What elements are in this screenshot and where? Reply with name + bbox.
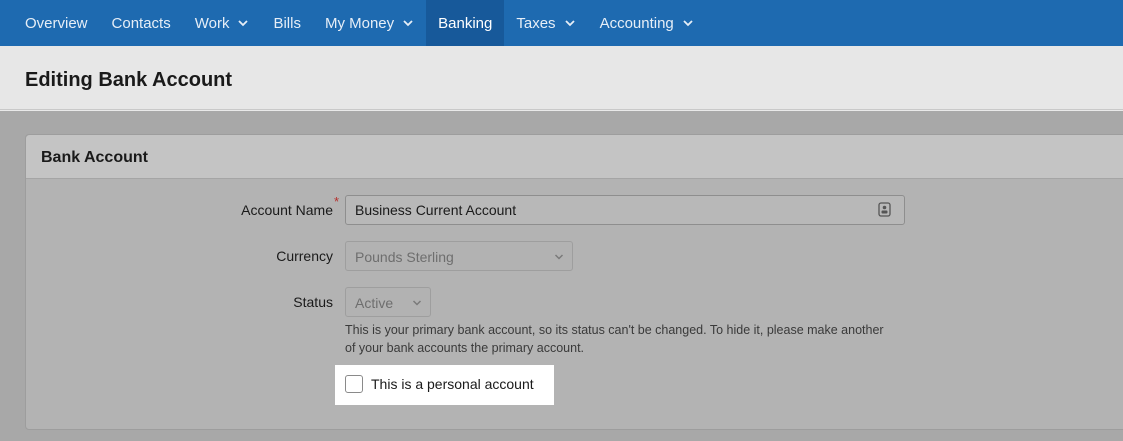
account-name-input[interactable]: Business Current Account — [345, 195, 905, 225]
nav-banking[interactable]: Banking — [426, 0, 505, 46]
nav-label: Taxes — [516, 14, 556, 32]
nav-accounting[interactable]: Accounting — [588, 0, 706, 46]
chevron-down-icon — [403, 20, 413, 27]
required-marker: * — [334, 194, 340, 209]
chevron-down-icon — [412, 300, 422, 306]
status-label: Status — [293, 294, 333, 310]
chevron-down-icon — [564, 20, 575, 27]
status-select[interactable]: Active — [345, 287, 431, 317]
status-value: Active — [355, 295, 394, 311]
chevron-down-icon — [238, 20, 249, 27]
panel-title: Bank Account — [41, 149, 148, 166]
currency-label: Currency — [276, 248, 333, 264]
nav-bills[interactable]: Bills — [261, 0, 313, 46]
account-name-label: Account Name — [241, 202, 333, 218]
chevron-down-icon — [683, 20, 693, 27]
nav-label: Banking — [438, 14, 493, 32]
chevron-down-icon — [554, 254, 564, 260]
currency-value: Pounds Sterling — [355, 249, 454, 265]
personal-account-label[interactable]: This is a personal account — [371, 376, 534, 392]
nav-label: Work — [194, 14, 230, 32]
contact-card-icon — [878, 202, 891, 217]
page-title: Editing Bank Account — [25, 69, 233, 91]
top-navigation: Overview Contacts Work Bills My Money Ba… — [0, 0, 1123, 46]
nav-label: Accounting — [599, 14, 674, 32]
nav-taxes[interactable]: Taxes — [504, 0, 587, 46]
panel-header: Bank Account — [26, 135, 1123, 179]
nav-overview[interactable]: Overview — [13, 0, 100, 46]
nav-label: Bills — [273, 14, 301, 32]
nav-my-money[interactable]: My Money — [313, 0, 426, 46]
currency-select[interactable]: Pounds Sterling — [345, 241, 573, 271]
status-help-text: This is your primary bank account, so it… — [345, 323, 884, 355]
nav-work[interactable]: Work — [183, 0, 262, 46]
nav-label: Overview — [25, 14, 88, 32]
nav-label: My Money — [324, 14, 395, 32]
nav-label: Contacts — [111, 14, 171, 32]
nav-contacts[interactable]: Contacts — [100, 0, 183, 46]
personal-account-checkbox[interactable] — [345, 375, 363, 393]
bank-account-panel: Bank Account — [25, 134, 1123, 430]
